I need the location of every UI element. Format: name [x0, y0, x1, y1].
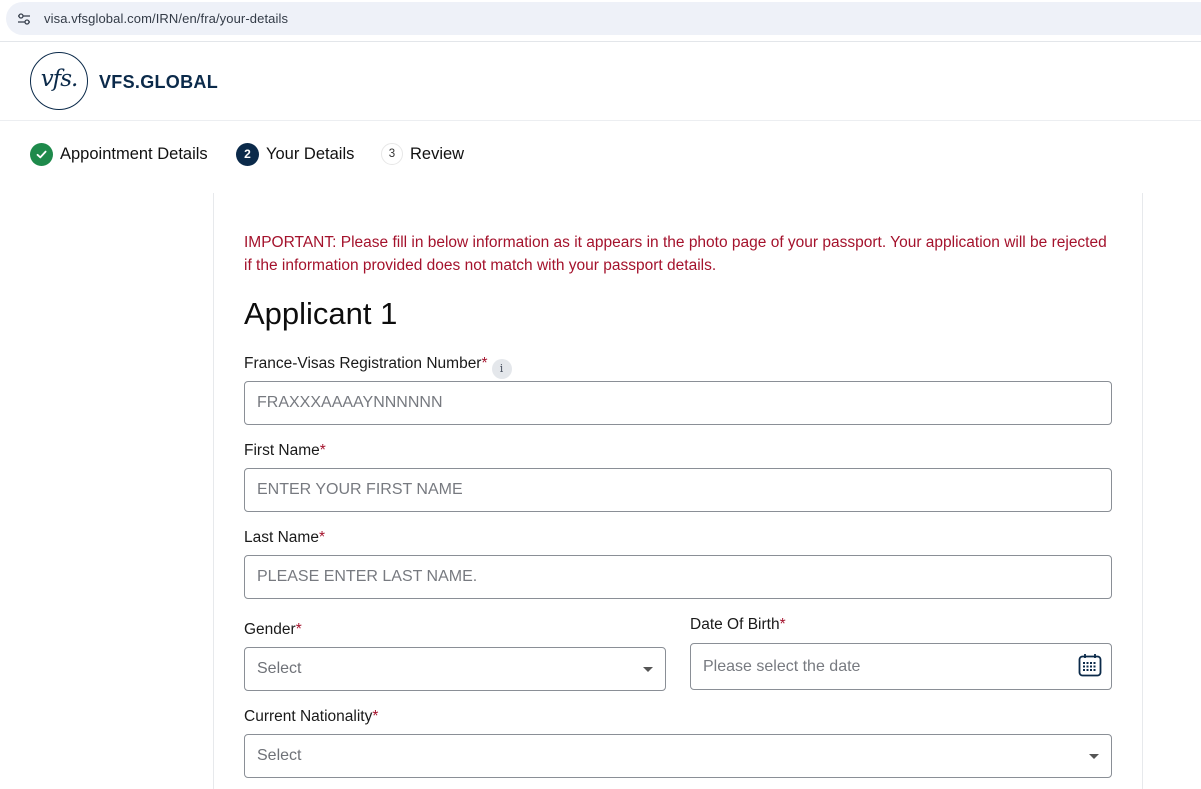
- logo-text: vfs.: [40, 66, 79, 92]
- step-number: 3: [381, 143, 403, 165]
- first-name-input[interactable]: [244, 468, 1112, 512]
- required-mark: *: [779, 616, 786, 633]
- step-label: Appointment Details: [60, 144, 208, 163]
- step-review: 3 Review: [381, 142, 464, 166]
- nationality-label: Current Nationality*: [244, 708, 379, 725]
- required-mark: *: [295, 621, 302, 638]
- step-your-details: 2 Your Details: [236, 142, 354, 166]
- applicant-title: Applicant 1: [244, 296, 398, 331]
- last-name-label: Last Name*: [244, 529, 325, 546]
- dob-field: [690, 643, 1112, 690]
- nationality-selected-value: Select: [257, 747, 302, 764]
- required-mark: *: [372, 708, 379, 725]
- registration-number-input[interactable]: [244, 381, 1112, 425]
- gender-label: Gender*: [244, 621, 302, 638]
- last-name-input[interactable]: [244, 555, 1112, 599]
- info-icon[interactable]: i: [491, 359, 512, 379]
- first-name-label: First Name*: [244, 442, 326, 459]
- nationality-select[interactable]: Select: [244, 734, 1112, 778]
- required-mark: *: [318, 529, 325, 546]
- registration-number-label: France-Visas Registration Number* i: [244, 355, 512, 379]
- dob-label: Date Of Birth*: [690, 616, 786, 633]
- required-mark: *: [319, 442, 326, 459]
- step-appointment-details: Appointment Details: [30, 142, 208, 166]
- address-bar[interactable]: visa.vfsglobal.com/IRN/en/fra/your-detai…: [6, 2, 1201, 35]
- address-url[interactable]: visa.vfsglobal.com/IRN/en/fra/your-detai…: [44, 11, 288, 26]
- passport-notice: IMPORTANT: Please fill in below informat…: [244, 234, 1107, 274]
- header-divider: [0, 120, 1201, 121]
- step-label: Review: [410, 144, 465, 163]
- chevron-down-icon: [1089, 754, 1099, 759]
- gender-select[interactable]: Select: [244, 647, 666, 691]
- chevron-down-icon: [643, 667, 653, 672]
- address-bar-divider: [0, 41, 1201, 42]
- gender-selected-value: Select: [257, 660, 302, 677]
- step-label: Your Details: [266, 144, 355, 163]
- step-number: 2: [236, 142, 259, 166]
- vfs-logo[interactable]: vfs.: [30, 52, 88, 110]
- dob-input[interactable]: [690, 643, 1112, 690]
- calendar-icon[interactable]: [1078, 653, 1102, 677]
- brand-name: VFS.GLOBAL: [99, 72, 218, 92]
- required-mark: *: [481, 355, 488, 372]
- check-icon: [30, 142, 53, 166]
- tune-icon[interactable]: [16, 11, 32, 27]
